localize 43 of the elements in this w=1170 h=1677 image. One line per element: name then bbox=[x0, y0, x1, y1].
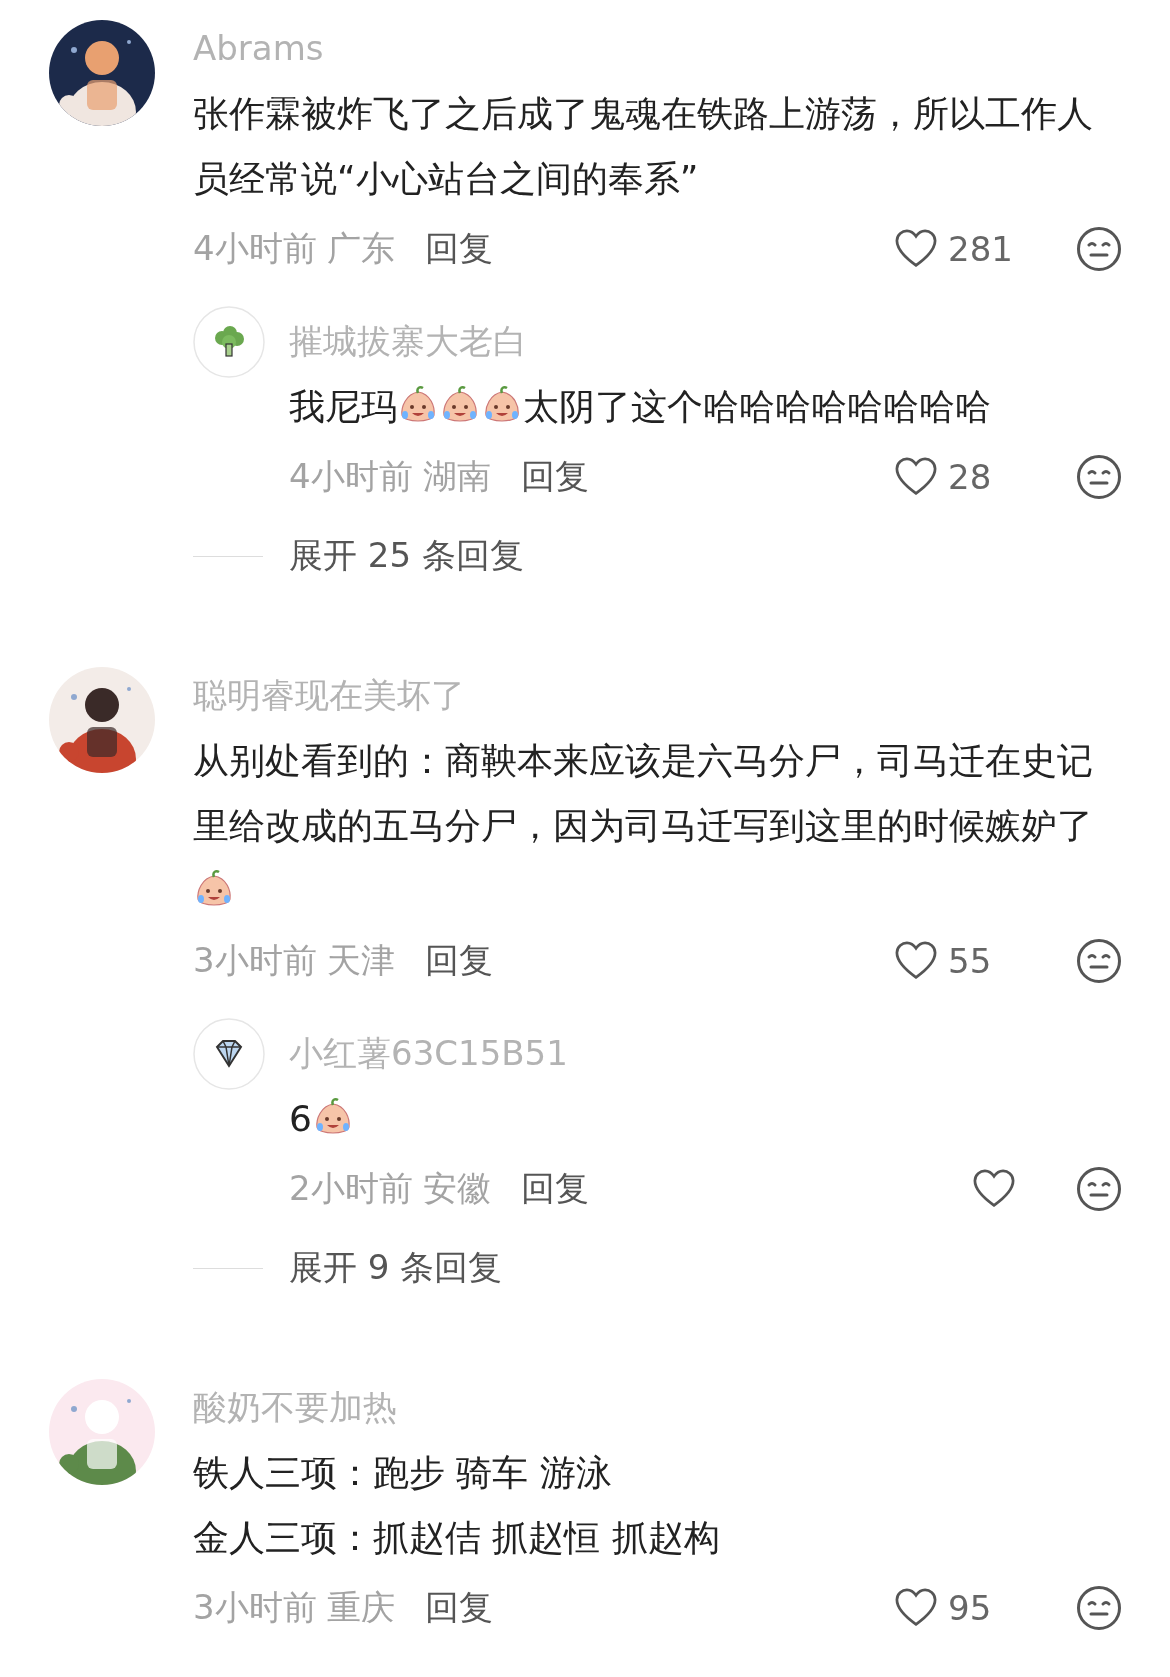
like-count: 28 bbox=[948, 456, 993, 497]
face-emoji-icon bbox=[398, 385, 438, 425]
comment-text: 太阴了这个哈哈哈哈哈哈哈哈 bbox=[523, 386, 991, 427]
expand-replies-link[interactable]: 展开 9 条回复 bbox=[289, 1245, 503, 1291]
face-emoji-icon bbox=[482, 385, 522, 425]
meh-face-icon[interactable] bbox=[1076, 453, 1122, 500]
like-count: 281 bbox=[948, 228, 1014, 269]
heart-icon[interactable] bbox=[894, 1587, 938, 1628]
meh-face-icon[interactable] bbox=[1076, 1165, 1122, 1212]
timestamp: 4小时前 bbox=[193, 226, 317, 270]
reply-link[interactable]: 回复 bbox=[520, 453, 589, 500]
reply-link[interactable]: 回复 bbox=[520, 1165, 589, 1212]
comment-text: 我尼玛 bbox=[289, 386, 397, 427]
reply-link[interactable]: 回复 bbox=[424, 937, 493, 984]
comment-text: 6 bbox=[289, 1098, 312, 1139]
meh-face-icon[interactable] bbox=[1076, 225, 1122, 272]
comment-text: 铁人三项：跑步 骑车 游泳 bbox=[193, 1452, 612, 1493]
heart-icon[interactable] bbox=[894, 228, 938, 269]
comment-text: 张作霖被炸飞了之后成了鬼魂在铁路上游荡，所以工作人员经常说“小心站台之间的奉系” bbox=[193, 93, 1093, 199]
reply-link[interactable]: 回复 bbox=[424, 1584, 493, 1631]
location-text: 天津 bbox=[326, 938, 395, 982]
face-emoji-icon bbox=[440, 385, 480, 425]
meh-face-icon[interactable] bbox=[1076, 1584, 1122, 1631]
location-text: 湖南 bbox=[422, 454, 491, 498]
expand-replies-link[interactable]: 展开 25 条回复 bbox=[289, 533, 524, 579]
heart-icon[interactable] bbox=[894, 456, 938, 497]
location-text: 广东 bbox=[326, 226, 395, 270]
timestamp: 3小时前 bbox=[193, 1585, 317, 1629]
broccoli-icon bbox=[193, 306, 265, 378]
timestamp: 3小时前 bbox=[193, 938, 317, 982]
location-text: 重庆 bbox=[326, 1585, 395, 1629]
comment-text: 从别处看到的：商鞅本来应该是六马分尸，司马迁在史记里给改成的五马分尸，因为司马迁写到这里的时候嫉妒了 bbox=[193, 740, 1093, 846]
timestamp: 4小时前 bbox=[289, 454, 413, 498]
like-count: 55 bbox=[948, 940, 993, 981]
reply-link[interactable]: 回复 bbox=[424, 225, 493, 272]
meh-face-icon[interactable] bbox=[1076, 937, 1122, 984]
heart-icon[interactable] bbox=[972, 1168, 1016, 1209]
like-count: 95 bbox=[948, 1587, 993, 1628]
comment-text: 金人三项：抓赵佶 抓赵恒 抓赵构 bbox=[193, 1517, 720, 1558]
timestamp: 2小时前 bbox=[289, 1166, 413, 1210]
heart-icon[interactable] bbox=[894, 940, 938, 981]
face-emoji-icon bbox=[194, 869, 234, 909]
location-text: 安徽 bbox=[422, 1166, 491, 1210]
